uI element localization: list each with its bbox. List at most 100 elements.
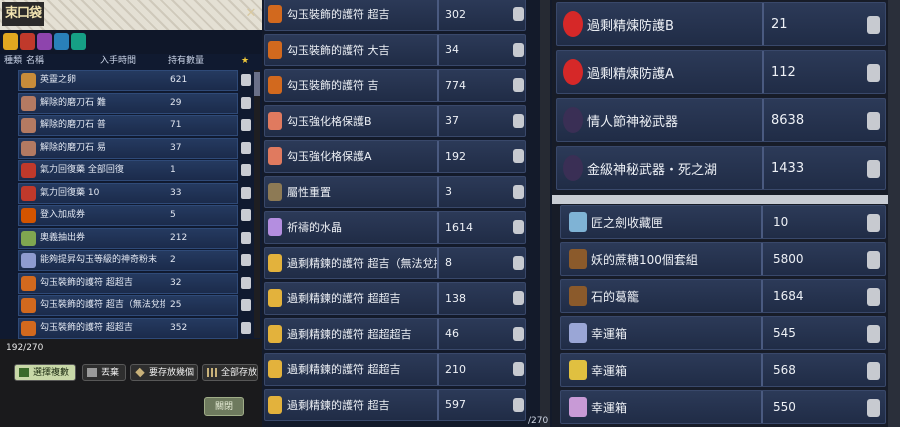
favorite-checkbox[interactable]	[241, 231, 251, 244]
right-bottom-item-row[interactable]: 石的葛籠 1684	[560, 279, 886, 313]
favorite-checkbox[interactable]	[867, 214, 880, 232]
favorite-checkbox[interactable]	[867, 16, 880, 34]
favorite-checkbox[interactable]	[241, 209, 251, 221]
right-bottom-item-row[interactable]: 幸運箱 550	[560, 390, 886, 424]
middle-item-row[interactable]: 過剩精鍊的護符 超超吉 138	[264, 282, 526, 315]
tab-all-icon[interactable]	[3, 33, 18, 50]
favorite-checkbox[interactable]	[513, 184, 524, 199]
inventory-row[interactable]: 英靈之卵 621	[18, 70, 238, 91]
inventory-row[interactable]: 勾玉裝飾的護符 超吉（無法兌換為點數） 25	[18, 295, 238, 316]
middle-item-row[interactable]: 勾玉裝飾的護符 超吉 302	[264, 0, 526, 31]
tab-weapon-icon[interactable]	[54, 33, 69, 50]
item-icon	[21, 208, 36, 223]
favorite-checkbox[interactable]	[513, 220, 524, 234]
store-all-button[interactable]: 全部存放	[202, 364, 258, 381]
favorite-checkbox[interactable]	[241, 299, 251, 311]
middle-item-row[interactable]: 勾玉裝飾的護符 大吉 34	[264, 33, 526, 66]
favorite-checkbox[interactable]	[513, 149, 524, 163]
favorite-checkbox[interactable]	[867, 251, 880, 269]
close-icon[interactable]: ✕	[244, 6, 258, 22]
middle-item-row[interactable]: 過剩精鍊的護符 超吉 597	[264, 388, 526, 421]
middle-item-row[interactable]: 過剩精鍊的護符 超吉（無法兌換為點數） 8	[264, 246, 526, 279]
favorite-checkbox[interactable]	[513, 113, 524, 128]
favorite-checkbox[interactable]	[867, 399, 880, 417]
middle-item-row[interactable]: 勾玉強化格保護B 37	[264, 104, 526, 137]
right-bottom-item-row[interactable]: 妖的蔗糖100個套組 5800	[560, 242, 886, 276]
favorite-checkbox[interactable]	[867, 362, 880, 380]
item-name: 幸運箱	[591, 326, 628, 341]
header-favorite-icon[interactable]: ★	[241, 54, 253, 68]
header-type[interactable]: 種類	[4, 54, 24, 68]
header-name[interactable]: 名稱	[26, 54, 86, 68]
item-icon	[21, 320, 36, 336]
right-bottom-item-row[interactable]: 匠之劍收藏匣 10	[560, 205, 886, 239]
favorite-checkbox[interactable]	[867, 160, 880, 178]
diamond-icon	[135, 367, 145, 378]
inventory-row[interactable]: 奧義抽出券 212	[18, 227, 238, 249]
discard-button[interactable]: 丟棄	[82, 364, 126, 381]
favorite-checkbox[interactable]	[513, 326, 524, 341]
tab-consumable-icon[interactable]	[20, 33, 35, 50]
favorite-checkbox[interactable]	[241, 276, 251, 289]
right-scrollbar[interactable]	[888, 0, 900, 427]
favorite-checkbox[interactable]	[241, 321, 251, 334]
favorite-checkbox[interactable]	[241, 186, 251, 199]
favorite-checkbox[interactable]	[241, 96, 251, 109]
middle-item-row[interactable]: 過剩精鍊的護符 超超吉 210	[264, 353, 526, 386]
right-top-item-row[interactable]: 過剩精煉防護B 21	[556, 2, 886, 46]
favorite-checkbox[interactable]	[867, 64, 880, 82]
favorite-checkbox[interactable]	[513, 291, 524, 305]
inventory-row[interactable]: 登入加成券 5	[18, 205, 238, 226]
favorite-checkbox[interactable]	[241, 119, 251, 131]
favorite-checkbox[interactable]	[513, 362, 524, 376]
right-top-item-row[interactable]: 情人節神祕武器 8638	[556, 98, 886, 142]
right-bottom-item-row[interactable]: 幸運箱 568	[560, 353, 886, 387]
item-name: 過剩精煉防護A	[587, 66, 674, 82]
right-top-item-row[interactable]: 金級神秘武器・死之湖 1433	[556, 146, 886, 190]
middle-scrollbar[interactable]	[540, 0, 550, 427]
tab-material-icon[interactable]	[37, 33, 52, 50]
right-top-item-row[interactable]: 過剩精煉防護A 112	[556, 50, 886, 94]
favorite-checkbox[interactable]	[513, 78, 524, 92]
inventory-scroll-thumb[interactable]	[254, 72, 260, 96]
inventory-row[interactable]: 能夠提昇勾玉等級的神奇粉末 2	[18, 250, 238, 271]
middle-item-row[interactable]: 屬性重置 3	[264, 175, 526, 208]
favorite-checkbox[interactable]	[513, 7, 524, 21]
favorite-checkbox[interactable]	[241, 164, 251, 176]
favorite-checkbox[interactable]	[241, 141, 251, 154]
header-qty[interactable]: 持有數量	[168, 54, 228, 68]
item-name: 幸運箱	[591, 363, 628, 378]
middle-item-row[interactable]: 祈禱的水晶 1614	[264, 211, 526, 244]
favorite-checkbox[interactable]	[867, 112, 880, 130]
item-quantity: 302	[445, 7, 466, 21]
header-date[interactable]: 入手時間	[100, 54, 160, 68]
right-bottom-item-row[interactable]: 幸運箱 545	[560, 316, 886, 350]
inventory-row[interactable]: 氣力回復藥 10 33	[18, 182, 238, 204]
favorite-checkbox[interactable]	[867, 288, 880, 306]
category-tabs	[0, 30, 262, 54]
item-name: 過剩精鍊的護符 超超吉	[287, 292, 401, 306]
tab-misc-icon[interactable]	[71, 33, 86, 50]
favorite-checkbox[interactable]	[867, 325, 880, 343]
favorite-checkbox[interactable]	[513, 42, 524, 57]
multi-select-button[interactable]: 選擇複數	[14, 364, 76, 381]
item-quantity: 8638	[771, 112, 805, 128]
middle-item-row[interactable]: 勾玉強化格保護A 192	[264, 140, 526, 173]
middle-item-row[interactable]: 勾玉裝飾的護符 吉 774	[264, 69, 526, 102]
favorite-checkbox[interactable]	[241, 74, 251, 86]
favorite-checkbox[interactable]	[241, 254, 251, 266]
item-quantity: 10	[773, 215, 789, 229]
favorite-checkbox[interactable]	[513, 255, 524, 270]
inventory-row[interactable]: 解除的磨刀石 易 37	[18, 137, 238, 159]
store-quantity-button[interactable]: 要存放幾個	[130, 364, 198, 381]
inventory-row[interactable]: 解除的磨刀石 難 29	[18, 92, 238, 114]
inventory-row[interactable]: 氣力回復藥 全部回復 1	[18, 160, 238, 181]
item-quantity: 212	[170, 232, 188, 243]
inventory-scrollbar[interactable]	[254, 70, 260, 338]
middle-item-row[interactable]: 過剩精鍊的護符 超超超吉 46	[264, 317, 526, 350]
inventory-row[interactable]: 勾玉裝飾的護符 超超吉 32	[18, 272, 238, 294]
favorite-checkbox[interactable]	[513, 397, 524, 412]
close-window-button[interactable]: 關閉	[204, 397, 244, 416]
inventory-row[interactable]: 勾玉裝飾的護符 超超吉 352	[18, 317, 238, 339]
inventory-row[interactable]: 解除的磨刀石 普 71	[18, 115, 238, 136]
